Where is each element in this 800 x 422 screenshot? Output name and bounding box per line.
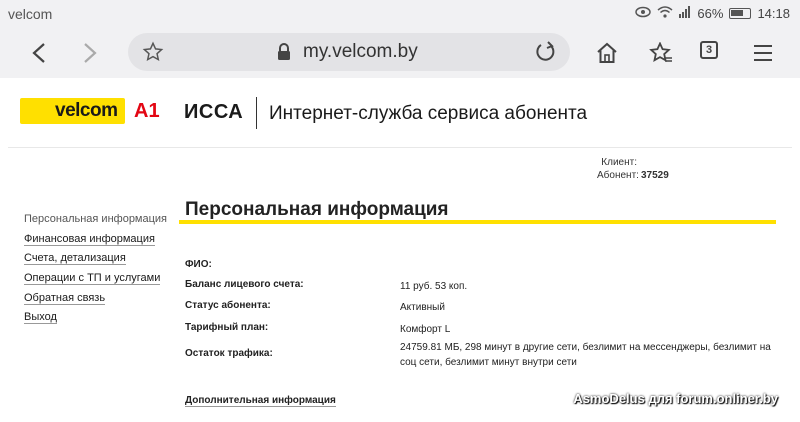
- home-icon: [597, 42, 617, 63]
- sidebar-item-feedback[interactable]: Обратная связь: [24, 291, 174, 312]
- tabs-button[interactable]: 3: [695, 36, 729, 70]
- menu-button[interactable]: [746, 36, 780, 70]
- eye-icon: [635, 6, 652, 21]
- service-title: Интернет-служба сервиса абонента: [269, 103, 588, 124]
- issa-title: ИССА: [184, 101, 244, 123]
- sidebar-item-financial-info[interactable]: Финансовая информация: [24, 232, 174, 253]
- bookmarks-button[interactable]: [644, 36, 678, 70]
- client-label: Клиент:: [601, 157, 637, 168]
- sidebar-item-tariff-operations[interactable]: Операции с ТП и услугами: [24, 272, 174, 292]
- carrier-name: velcom: [8, 6, 53, 22]
- subscriber-label: Абонент:: [597, 170, 639, 181]
- signal-icon: [679, 6, 691, 21]
- a1-logo: A1: [134, 100, 160, 122]
- sidebar-menu: Персональная информация Финансовая инфор…: [24, 213, 174, 331]
- back-button[interactable]: [22, 36, 56, 70]
- status-icons: 66% 14:18: [635, 6, 790, 21]
- web-page: velcom A1 ИССА Интернет-служба сервиса а…: [0, 78, 800, 422]
- battery-icon: [729, 8, 752, 19]
- status-bar: velcom 66% 14:18: [0, 0, 800, 28]
- chevron-right-icon: [84, 43, 97, 63]
- velcom-logo[interactable]: velcom: [20, 98, 125, 124]
- watermark: AsmoDelus для forum.onliner.by: [573, 391, 778, 406]
- page-title: Персональная информация: [185, 199, 449, 220]
- browser-toolbar: my.velcom.by 3: [0, 28, 800, 78]
- clock: 14:18: [757, 6, 790, 21]
- site-header: velcom A1 ИССА Интернет-служба сервиса а…: [8, 78, 792, 148]
- subscriber-value: 37529: [641, 170, 669, 181]
- address-bar[interactable]: my.velcom.by: [128, 33, 570, 71]
- additional-info-link[interactable]: Дополнительная информация: [185, 395, 336, 407]
- bookmarks-star-icon: [649, 42, 672, 62]
- home-button[interactable]: [590, 36, 624, 70]
- wifi-icon: [657, 6, 673, 21]
- sidebar-item-personal-info[interactable]: Персональная информация: [24, 213, 174, 233]
- sidebar-item-logout[interactable]: Выход: [24, 311, 174, 331]
- header-divider: [256, 97, 257, 129]
- forward-button[interactable]: [73, 36, 107, 70]
- client-info: Клиент: Абонент: 37529: [597, 156, 669, 182]
- title-underline: [179, 220, 776, 224]
- lock-icon: [277, 43, 291, 66]
- hamburger-menu-icon: [754, 45, 772, 61]
- url-text[interactable]: my.velcom.by: [303, 41, 418, 63]
- tab-count: 3: [700, 41, 718, 59]
- bookmark-star-icon[interactable]: [142, 41, 164, 68]
- chevron-left-icon: [32, 43, 45, 63]
- reload-icon[interactable]: [534, 40, 556, 69]
- battery-percent: 66%: [697, 6, 724, 21]
- sidebar-item-bills[interactable]: Счета, детализация: [24, 252, 174, 272]
